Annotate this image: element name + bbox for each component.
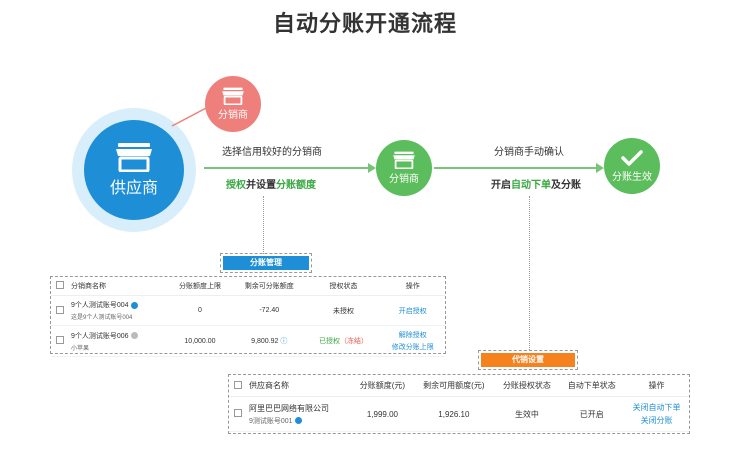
col-header: 供应商名称: [247, 375, 352, 397]
table-header-row: 供应商名称 分账额度(元) 剩余可用额度(元) 分账授权状态 自动下单状态 操作: [229, 375, 689, 397]
distributor-name: 9个人测试账号006: [71, 332, 129, 340]
limit-value: 1,999.00: [351, 396, 414, 432]
check-icon: [621, 150, 643, 166]
supplier-label: 供应商: [109, 180, 158, 197]
connector-2: [529, 196, 530, 350]
supplier-table: 供应商名称 分账额度(元) 剩余可用额度(元) 分账授权状态 自动下单状态 操作…: [229, 375, 689, 432]
step1-bottom-text: 授权并设置分账额度: [226, 180, 316, 191]
remaining-value: -72.40: [232, 295, 307, 326]
revoke-auth-link[interactable]: 解除授权: [383, 330, 443, 340]
arrow-to-red-distributor: [171, 104, 214, 127]
supplier-name: 阿里巴巴网络有限公司: [249, 403, 329, 413]
panel1-tag-wrap: 分账管理: [220, 253, 312, 273]
col-header: 分销商名称: [69, 277, 168, 296]
select-all-checkbox[interactable]: [56, 281, 64, 289]
col-header: 分账额度(元): [351, 375, 414, 397]
done-node: 分账生效: [604, 138, 660, 194]
row-checkbox[interactable]: [234, 409, 242, 417]
arrow-head-2: [596, 163, 604, 173]
connector-1: [263, 196, 264, 254]
info-icon: [130, 332, 138, 340]
distributor-green-label: 分销商: [389, 174, 419, 185]
table-row: 9个人测试账号004 这是9个人测试账号004 0 -72.40 未授权 开启授权: [51, 295, 445, 326]
limit-value: 0: [167, 295, 233, 326]
distributor-name: 9个人测试账号004: [71, 302, 129, 309]
col-header: 授权状态: [306, 277, 381, 296]
limit-value: 10,000.00: [167, 325, 233, 357]
col-header: 剩余可分账额度: [232, 277, 307, 296]
auto-order-status: 已开启: [559, 396, 625, 432]
panel1-tag: 分账管理: [223, 256, 309, 270]
table-header-row: 分销商名称 分账额度上限 剩余可分账额度 授权状态 操作: [51, 277, 445, 296]
row-checkbox[interactable]: [56, 305, 64, 314]
distributor-sub: 小苹果: [71, 345, 90, 352]
done-label: 分账生效: [612, 172, 652, 183]
store-icon: [222, 87, 244, 105]
verified-icon: [130, 301, 138, 309]
step2-top-text: 分销商手动确认: [494, 147, 564, 158]
remaining-value: 1,926.10: [413, 396, 495, 432]
page-title: 自动分账开通流程: [272, 11, 457, 36]
col-header: 剩余可用额度(元): [413, 375, 495, 397]
close-auto-order-link[interactable]: 关闭自动下单: [626, 402, 687, 413]
panel2-tag: 代销设置: [481, 353, 575, 367]
frozen-tag: （冻结）: [339, 338, 368, 345]
status-value: 未授权: [306, 295, 381, 326]
select-all-checkbox[interactable]: [234, 380, 242, 389]
store-icon: [393, 151, 415, 169]
distributor-table: 分销商名称 分账额度上限 剩余可分账额度 授权状态 操作 9个人测试账号004 这…: [51, 277, 445, 357]
auth-status: 生效中: [494, 396, 560, 432]
info-icon: ⓘ: [280, 338, 288, 345]
table-row: 9个人测试账号006 小苹果 10,000.00 9,800.92 ⓘ 已授权（冻…: [51, 325, 445, 357]
arrow-line-2: [434, 167, 596, 169]
distributor-sub: 这是9个人测试账号004: [71, 315, 133, 321]
distribution-management-panel: 分销商名称 分账额度上限 剩余可分账额度 授权状态 操作 9个人测试账号004 这…: [50, 276, 446, 357]
consignment-settings-panel: 供应商名称 分账额度(元) 剩余可用额度(元) 分账授权状态 自动下单状态 操作…: [228, 374, 690, 434]
status-value: 已授权: [318, 338, 340, 345]
supplier-sub: 9测试账号001: [249, 417, 293, 425]
step2-bottom-text: 开启自动下单及分账: [491, 180, 581, 191]
edit-limit-link[interactable]: 修改分账上限: [383, 342, 443, 352]
distributor-node-green: 分销商: [376, 140, 432, 196]
arrow-head-1: [368, 163, 376, 173]
col-header: 操作: [380, 277, 445, 296]
supplier-node: 供应商: [84, 120, 184, 220]
remaining-value: 9,800.92: [251, 338, 279, 345]
table-row: 阿里巴巴网络有限公司 9测试账号001 1,999.00 1,926.10 生效中…: [229, 396, 689, 432]
verified-icon: [294, 417, 302, 425]
col-header: 操作: [624, 375, 689, 397]
store-icon: [116, 143, 152, 172]
panel2-tag-wrap: 代销设置: [478, 350, 578, 370]
col-header: 分账额度上限: [167, 277, 233, 296]
close-split-link[interactable]: 关闭分账: [626, 415, 687, 426]
row-checkbox[interactable]: [56, 336, 64, 344]
step1-top-text: 选择信用较好的分销商: [222, 147, 322, 158]
enable-auth-link[interactable]: 开启授权: [399, 308, 427, 315]
arrow-line-1: [204, 167, 368, 169]
col-header: 自动下单状态: [559, 375, 625, 397]
distributor-red-label: 分销商: [218, 110, 248, 121]
col-header: 分账授权状态: [494, 375, 560, 397]
